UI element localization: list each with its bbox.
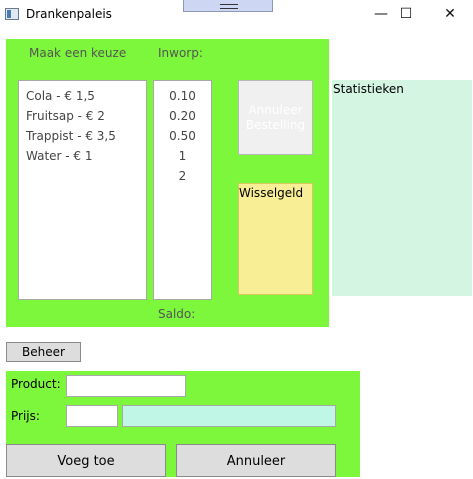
window-title: Drankenpaleis xyxy=(26,7,112,21)
list-item[interactable]: 0.10 xyxy=(154,86,211,106)
cancel-order-button[interactable]: Annuleer Bestelling xyxy=(238,80,313,155)
choice-label: Maak een keuze xyxy=(29,46,127,60)
list-item[interactable]: 2 xyxy=(154,166,211,186)
balance-label: Saldo: xyxy=(158,307,196,321)
coins-label: Inworp: xyxy=(158,46,203,60)
add-button[interactable]: Voeg toe xyxy=(6,444,166,477)
product-label: Product: xyxy=(11,377,61,391)
app-window-icon xyxy=(5,8,19,20)
list-item[interactable]: Cola - € 1,5 xyxy=(26,86,146,106)
change-box: Wisselgeld xyxy=(238,183,313,295)
list-item[interactable]: 1 xyxy=(154,146,211,166)
list-item[interactable]: Fruitsap - € 2 xyxy=(26,106,146,126)
list-item[interactable]: Water - € 1 xyxy=(26,146,146,166)
admin-button[interactable]: Beheer xyxy=(6,342,81,362)
close-icon[interactable]: ✕ xyxy=(427,0,473,28)
drinks-list[interactable]: Cola - € 1,5 Fruitsap - € 2 Trappist - €… xyxy=(18,80,147,300)
list-item[interactable]: Trappist - € 3,5 xyxy=(26,126,146,146)
cancel-button[interactable]: Annuleer xyxy=(176,444,336,477)
info-field xyxy=(122,405,336,427)
price-label: Prijs: xyxy=(11,409,40,423)
statistics-panel: Statistieken xyxy=(332,80,472,296)
drag-handle[interactable] xyxy=(183,0,273,12)
list-item[interactable]: 0.50 xyxy=(154,126,211,146)
price-input[interactable] xyxy=(66,405,118,427)
maximize-icon[interactable]: ☐ xyxy=(383,0,429,28)
list-item[interactable]: 0.20 xyxy=(154,106,211,126)
product-input[interactable] xyxy=(66,375,186,397)
coins-list[interactable]: 0.10 0.20 0.50 1 2 xyxy=(153,80,212,300)
